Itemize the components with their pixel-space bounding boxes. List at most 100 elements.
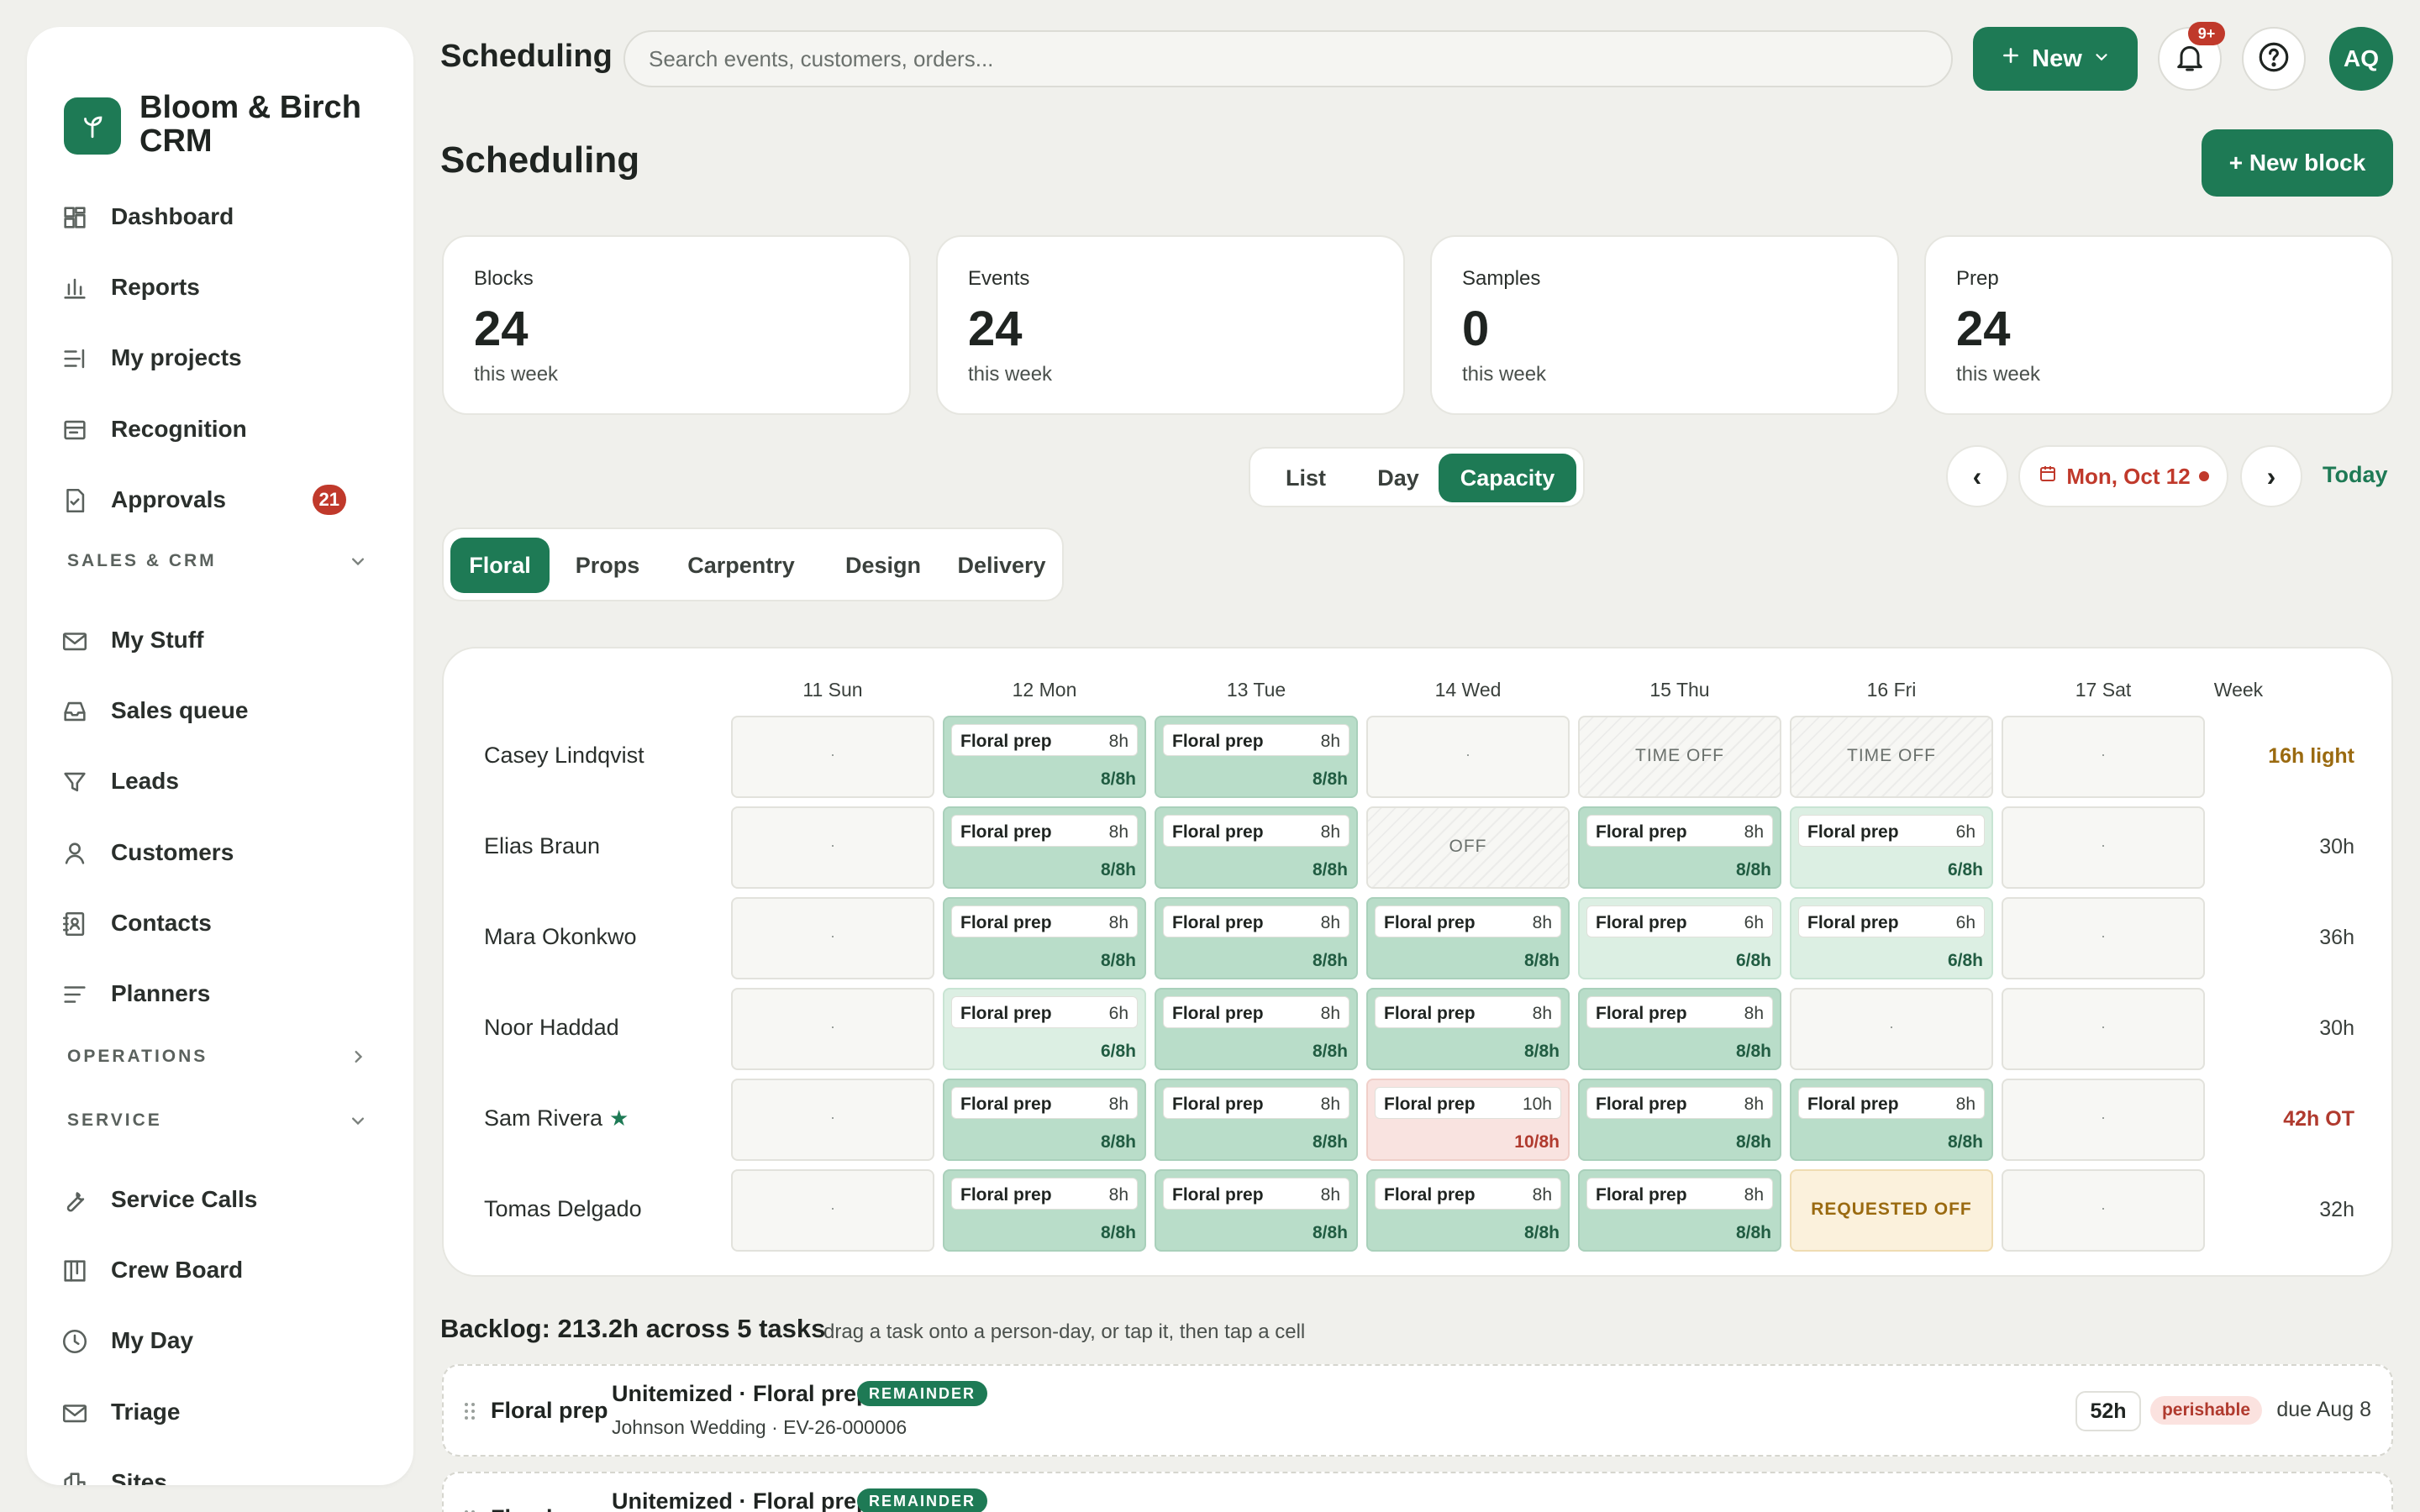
task-block[interactable]: Floral prep 8h [1163,1087,1349,1119]
schedule-cell[interactable]: Floral prep 8h 8/8h [1366,897,1570,979]
task-block[interactable]: Floral prep 6h [1798,906,1985,937]
section-operations[interactable]: OPERATIONS [67,1040,370,1074]
sidebar-item-dashboard[interactable]: Dashboard [27,186,363,247]
new-block-button[interactable]: + New block [2202,129,2393,197]
person-name[interactable]: Sam Rivera ★ [484,1105,629,1131]
task-block[interactable]: Floral prep 8h [1375,1178,1561,1210]
schedule-cell[interactable]: Floral prep 8h 8/8h [943,716,1146,798]
help-button[interactable] [2242,27,2306,91]
person-name[interactable]: Elias Braun [484,833,600,859]
search-input[interactable] [623,30,1953,87]
task-block[interactable]: Floral prep 8h [951,1178,1138,1210]
sidebar-item-contacts[interactable]: Contacts [27,893,363,953]
task-block[interactable]: Floral prep 10h [1375,1087,1561,1119]
schedule-cell[interactable]: Floral prep 8h 8/8h [1578,1079,1781,1161]
date-picker[interactable]: Mon, Oct 12 [2018,445,2228,507]
schedule-cell[interactable]: Floral prep 6h 6/8h [1578,897,1781,979]
schedule-cell[interactable]: · [2002,988,2205,1070]
sidebar-item-reports[interactable]: Reports [27,257,363,318]
schedule-cell[interactable]: · [731,716,934,798]
schedule-cell[interactable]: Floral prep 8h 8/8h [1155,716,1358,798]
schedule-cell[interactable]: REQUESTED OFF [1790,1169,1993,1252]
task-block[interactable]: Floral prep 8h [1163,906,1349,937]
schedule-cell[interactable]: Floral prep 8h 8/8h [1790,1079,1993,1161]
task-block[interactable]: Floral prep 8h [1163,724,1349,756]
task-block[interactable]: Floral prep 8h [951,1087,1138,1119]
sidebar-item-sales-queue[interactable]: Sales queue [27,680,363,741]
schedule-cell[interactable]: · [2002,806,2205,889]
task-block[interactable]: Floral prep 8h [1163,815,1349,847]
schedule-cell[interactable]: · [2002,897,2205,979]
schedule-cell[interactable]: Floral prep 8h 8/8h [1578,1169,1781,1252]
task-block[interactable]: Floral prep 8h [1375,906,1561,937]
schedule-cell[interactable]: Floral prep 8h 8/8h [1578,988,1781,1070]
schedule-cell[interactable]: · [731,1079,934,1161]
schedule-cell[interactable]: · [731,1169,934,1252]
new-button[interactable]: New [1973,27,2138,91]
schedule-cell[interactable]: · [2002,1079,2205,1161]
schedule-cell[interactable]: Floral prep 8h 8/8h [1366,1169,1570,1252]
task-block[interactable]: Floral prep 8h [1375,996,1561,1028]
task-block[interactable]: Floral prep 8h [951,815,1138,847]
tab-delivery[interactable]: Delivery [946,538,1057,593]
task-block[interactable]: Floral prep 6h [1798,815,1985,847]
backlog-item[interactable]: Floral prepUnitemized · Floral prepREMAI… [442,1364,2393,1457]
schedule-cell[interactable]: Floral prep 8h 8/8h [1155,1079,1358,1161]
sidebar-item-leads[interactable]: Leads [27,751,363,811]
task-block[interactable]: Floral prep 8h [951,724,1138,756]
prev-week-button[interactable]: ‹ [1946,445,2008,507]
task-block[interactable]: Floral prep 6h [1586,906,1773,937]
schedule-cell[interactable]: TIME OFF [1790,716,1993,798]
drag-handle-icon[interactable] [464,1509,476,1512]
task-block[interactable]: Floral prep 8h [1586,1178,1773,1210]
schedule-cell[interactable]: Floral prep 8h 8/8h [1578,806,1781,889]
sidebar-item-planners[interactable]: Planners [27,963,363,1024]
task-block[interactable]: Floral prep 8h [1586,996,1773,1028]
schedule-cell[interactable]: Floral prep 8h 8/8h [1155,897,1358,979]
person-name[interactable]: Tomas Delgado [484,1196,642,1222]
schedule-cell[interactable]: Floral prep 6h 6/8h [1790,897,1993,979]
schedule-cell[interactable]: Floral prep 8h 8/8h [1366,988,1570,1070]
next-week-button[interactable]: › [2240,445,2302,507]
sidebar-item-my-projects[interactable]: My projects [27,328,363,388]
schedule-cell[interactable]: Floral prep 10h 10/8h [1366,1079,1570,1161]
schedule-cell[interactable]: · [731,988,934,1070]
person-name[interactable]: Mara Okonkwo [484,924,637,950]
person-name[interactable]: Casey Lindqvist [484,743,644,769]
task-block[interactable]: Floral prep 6h [951,996,1138,1028]
tab-carpentry[interactable]: Carpentry [666,538,817,593]
schedule-cell[interactable]: Floral prep 6h 6/8h [1790,806,1993,889]
sidebar-item-my-day[interactable]: My Day [27,1310,363,1371]
schedule-cell[interactable]: · [1790,988,1993,1070]
schedule-cell[interactable]: · [1366,716,1570,798]
view-day-tab[interactable]: Day [1356,454,1440,502]
tab-design[interactable]: Design [829,538,938,593]
schedule-cell[interactable]: · [731,897,934,979]
task-block[interactable]: Floral prep 8h [1163,1178,1349,1210]
task-block[interactable]: Floral prep 8h [1798,1087,1985,1119]
task-block[interactable]: Floral prep 8h [1586,815,1773,847]
schedule-cell[interactable]: · [2002,1169,2205,1252]
schedule-cell[interactable]: Floral prep 8h 8/8h [943,806,1146,889]
schedule-cell[interactable]: · [2002,716,2205,798]
sidebar-item-service-calls[interactable]: Service Calls [27,1169,363,1230]
schedule-cell[interactable]: Floral prep 8h 8/8h [943,1169,1146,1252]
task-block[interactable]: Floral prep 8h [1163,996,1349,1028]
brand[interactable]: Bloom & Birch CRM [64,69,392,158]
today-link[interactable]: Today [2323,462,2388,488]
schedule-cell[interactable]: Floral prep 8h 8/8h [1155,988,1358,1070]
person-name[interactable]: Noor Haddad [484,1015,619,1041]
schedule-cell[interactable]: Floral prep 8h 8/8h [1155,1169,1358,1252]
drag-handle-icon[interactable] [464,1401,476,1421]
schedule-cell[interactable]: Floral prep 8h 8/8h [943,897,1146,979]
sidebar-item-approvals[interactable]: Approvals 21 [27,470,363,530]
backlog-item[interactable]: Floral prepUnitemized · Floral prepREMAI… [442,1472,2393,1512]
schedule-cell[interactable]: Floral prep 8h 8/8h [943,1079,1146,1161]
schedule-cell[interactable]: TIME OFF [1578,716,1781,798]
sidebar-item-customers[interactable]: Customers [27,822,363,883]
view-list-tab[interactable]: List [1264,454,1348,502]
section-sales-crm[interactable]: SALES & CRM [67,544,370,578]
task-block[interactable]: Floral prep 8h [951,906,1138,937]
sidebar-item-crew-board[interactable]: Crew Board [27,1240,363,1300]
task-block[interactable]: Floral prep 8h [1586,1087,1773,1119]
